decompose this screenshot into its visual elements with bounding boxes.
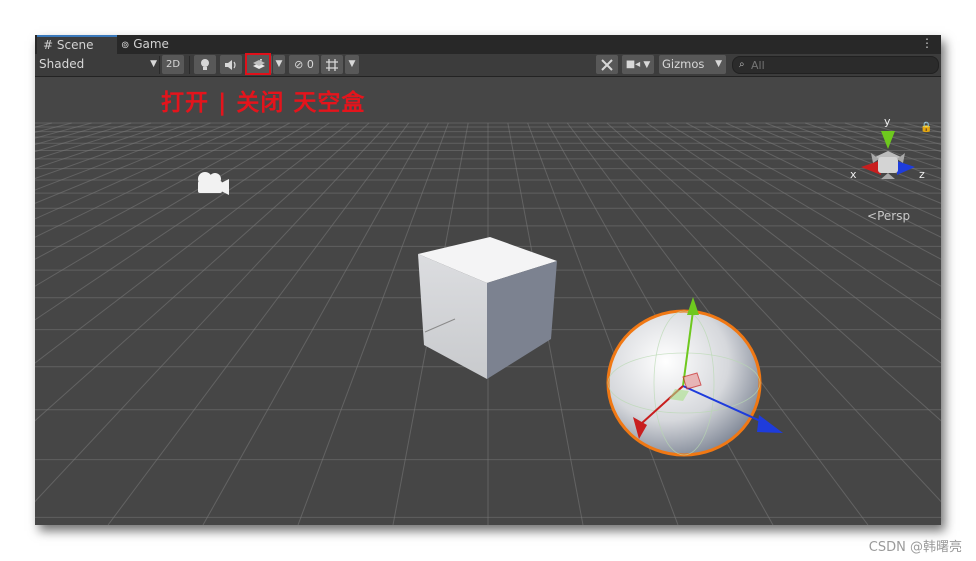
watermark: CSDN @韩曙亮: [868, 540, 962, 555]
scene-viewport[interactable]: y x z 🔒 <Persp: [35, 77, 941, 525]
grid-dropdown-button[interactable]: ▼: [345, 55, 359, 74]
draw-mode-value: Shaded: [39, 57, 85, 71]
scene-grid-render: [35, 77, 941, 525]
toolbar-divider: [159, 56, 160, 74]
tab-scene[interactable]: # Scene: [37, 35, 117, 54]
tab-game-label: Game: [133, 37, 169, 51]
lighting-toggle-button[interactable]: [194, 55, 216, 74]
gizmos-dropdown[interactable]: Gizmos ▼: [659, 55, 726, 74]
video-camera-icon: ■◂: [625, 59, 641, 70]
chevron-down-icon: ▼: [348, 59, 356, 69]
axis-y-label: y: [884, 115, 891, 128]
tab-game[interactable]: ⊚ Game: [115, 35, 175, 54]
audio-toggle-button[interactable]: [220, 55, 242, 74]
chevron-down-icon: ▼: [150, 59, 157, 69]
projection-toggle[interactable]: <Persp: [867, 209, 910, 223]
toggle-2d-button[interactable]: 2D: [162, 55, 184, 74]
annotation-text: 打开 | 关闭 天空盒: [161, 90, 366, 116]
chevron-down-icon: ▼: [275, 59, 283, 69]
wrench-screwdriver-icon: [601, 59, 613, 71]
gizmos-label: Gizmos: [662, 57, 705, 71]
camera-settings-button[interactable]: ■◂ ▼: [622, 55, 654, 74]
axis-x-label: x: [850, 168, 857, 181]
chevron-left-icon: <: [867, 209, 878, 223]
lightbulb-icon: [201, 59, 209, 70]
search-icon: ⌕: [739, 59, 745, 70]
scene-visibility-button[interactable]: ⊘ 0: [289, 55, 319, 74]
toolbar-divider: [189, 56, 190, 74]
chevron-down-icon: ▼: [643, 60, 651, 70]
chevron-down-icon: ▼: [715, 59, 722, 69]
tab-scene-label: Scene: [56, 38, 94, 52]
draw-mode-dropdown[interactable]: Shaded ▼: [35, 55, 161, 74]
tab-bar: # Scene ⊚ Game ⋮: [35, 35, 941, 54]
hidden-objects-count: 0: [306, 58, 314, 71]
speaker-icon: [225, 60, 236, 70]
axis-z-label: z: [919, 168, 925, 181]
eye-slash-icon: ⊘: [294, 58, 304, 71]
tools-button[interactable]: [596, 55, 618, 74]
annotation-highlight-box: [245, 53, 271, 75]
grid-hash-icon: #: [43, 38, 54, 52]
more-options-icon[interactable]: ⋮: [921, 36, 933, 50]
effects-dropdown-button[interactable]: ▼: [273, 55, 285, 74]
scene-search[interactable]: ⌕: [732, 56, 939, 74]
projection-label: Persp: [877, 209, 911, 223]
search-input[interactable]: [751, 57, 931, 73]
grid-icon: [326, 59, 338, 71]
gamepad-icon: ⊚: [121, 40, 130, 51]
lock-icon[interactable]: 🔒: [920, 122, 932, 133]
scene-toolbar: Shaded ▼ 2D ▼ ⊘ 0 ▼ ■◂ ▼ Gizmos ▼ ⌕ All: [35, 54, 941, 77]
grid-toggle-button[interactable]: [321, 55, 343, 74]
